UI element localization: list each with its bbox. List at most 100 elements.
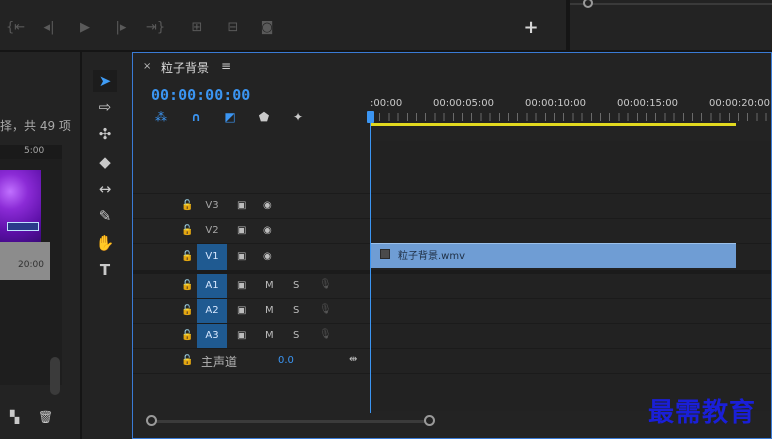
add-button-icon[interactable]: +: [522, 19, 540, 37]
track-lane[interactable]: [370, 194, 771, 218]
lock-icon[interactable]: 🔓: [181, 225, 193, 236]
track-lane[interactable]: [370, 324, 771, 348]
microphone-icon[interactable]: 🎙: [319, 329, 332, 340]
pen-icon[interactable]: ✎: [93, 205, 117, 227]
step-back-icon[interactable]: ◂|: [40, 20, 58, 36]
play-icon[interactable]: ▶: [76, 20, 94, 36]
add-marker-icon[interactable]: ⬟: [255, 109, 273, 125]
track-label[interactable]: A3: [197, 324, 227, 348]
sync-lock-icon[interactable]: ▣: [237, 200, 246, 211]
program-transport-bar: {⇤ ◂| ▶ |▸ ⇥} ⊞ ⊟ ◙ +: [0, 0, 566, 50]
step-forward-icon[interactable]: |▸: [112, 20, 130, 36]
track-select-icon[interactable]: ⇨: [93, 96, 117, 118]
meter-slider-track[interactable]: [570, 3, 772, 5]
track-lane-spacer: [370, 141, 771, 193]
ruler-label: 00:00:15:00: [617, 98, 679, 109]
sequence-tab-title[interactable]: 粒子背景: [161, 59, 209, 76]
zoom-scrollbar-end-handle[interactable]: [424, 415, 435, 426]
lock-icon[interactable]: 🔓: [181, 251, 193, 262]
meter-slider-knob[interactable]: [583, 0, 593, 8]
eye-icon[interactable]: ◉: [263, 225, 272, 236]
track-lane[interactable]: [370, 219, 771, 243]
clip-thumbnail-image[interactable]: [0, 170, 41, 242]
time-ruler[interactable]: [370, 113, 772, 121]
mute-button[interactable]: M: [265, 305, 274, 316]
track-lane[interactable]: [370, 299, 771, 323]
insert-icon[interactable]: ⊞: [188, 20, 206, 36]
hand-icon[interactable]: ✋: [93, 232, 117, 254]
playhead-handle[interactable]: [367, 111, 374, 123]
playhead-line[interactable]: [370, 113, 371, 413]
slip-icon[interactable]: ↔: [93, 178, 117, 200]
watermark-text: 最需教育: [648, 398, 757, 428]
sync-lock-icon[interactable]: ▣: [237, 305, 246, 316]
go-to-out-icon[interactable]: ⇥}: [146, 20, 165, 36]
eye-icon[interactable]: ◉: [263, 251, 272, 262]
sync-lock-icon[interactable]: ▣: [237, 251, 246, 262]
track-header: 🔓 主声道 0.0 ⇹: [133, 349, 370, 373]
camera-icon[interactable]: ◙: [258, 20, 276, 36]
playhead-timecode[interactable]: 00:00:00:00: [151, 86, 250, 104]
sync-lock-icon[interactable]: ▣: [237, 330, 246, 341]
track-lane[interactable]: [370, 349, 771, 373]
thumbnail-header-time: 5:00: [24, 146, 45, 156]
track-header-spacer: [133, 141, 370, 193]
snap-magnet-icon[interactable]: ∩: [187, 109, 205, 125]
track-header: 🔓 V1 ▣ ◉: [133, 244, 370, 270]
mark-in-icon[interactable]: {⇤: [6, 20, 25, 36]
project-scrollbar[interactable]: [50, 357, 60, 395]
overwrite-icon[interactable]: ⊟: [224, 20, 242, 36]
new-bin-icon[interactable]: ▚: [10, 410, 19, 424]
video-clip[interactable]: 粒子背景.wmv: [370, 243, 736, 268]
lock-icon[interactable]: 🔓: [181, 200, 193, 211]
track-row-master: 🔓 主声道 0.0 ⇹: [133, 348, 771, 373]
timeline-zoom-scrollbar[interactable]: [151, 420, 431, 423]
lock-icon[interactable]: 🔓: [181, 280, 193, 291]
track-label[interactable]: V2: [197, 219, 227, 243]
trash-icon[interactable]: 🗑: [38, 410, 53, 424]
panel-menu-icon[interactable]: ≡: [221, 59, 231, 73]
lock-icon[interactable]: 🔓: [181, 305, 193, 316]
solo-button[interactable]: S: [293, 305, 299, 316]
zoom-scrollbar-start-handle[interactable]: [146, 415, 157, 426]
microphone-icon[interactable]: 🎙: [319, 304, 332, 315]
track-label[interactable]: V3: [197, 194, 227, 218]
type-icon[interactable]: T: [93, 259, 117, 281]
track-header: 🔓 A3 ▣ M S 🎙: [133, 324, 370, 348]
track-row-a2: 🔓 A2 ▣ M S 🎙: [133, 298, 771, 323]
nest-sequence-icon[interactable]: ⁂: [152, 109, 170, 125]
go-to-end-icon[interactable]: ⇹: [349, 354, 357, 365]
timeline-panel: × 粒子背景 ≡ 00:00:00:00 ⁂ ∩ ◩ ⬟ ✦ :00:00 00…: [132, 52, 772, 439]
razor-icon[interactable]: ◆: [93, 151, 117, 173]
track-header: 🔓 A1 ▣ M S 🎙: [133, 274, 370, 298]
track-row-a1: 🔓 A1 ▣ M S 🎙: [133, 273, 771, 298]
eye-icon[interactable]: ◉: [263, 200, 272, 211]
track-label[interactable]: A2: [197, 299, 227, 323]
sync-lock-icon[interactable]: ▣: [237, 225, 246, 236]
linked-selection-icon[interactable]: ◩: [221, 109, 239, 125]
ripple-edit-icon[interactable]: ✣: [93, 123, 117, 145]
ruler-label: 00:00:05:00: [433, 98, 495, 109]
close-tab-icon[interactable]: ×: [143, 61, 151, 72]
mute-button[interactable]: M: [265, 330, 274, 341]
track-area-spacer: [133, 141, 771, 193]
track-lane[interactable]: [370, 274, 771, 298]
lock-icon[interactable]: 🔓: [181, 355, 193, 366]
selection-tool-icon[interactable]: ➤: [93, 70, 117, 92]
settings-wrench-icon[interactable]: ✦: [289, 109, 307, 125]
tools-panel: ➤ ⇨ ✣ ◆ ↔ ✎ ✋ T: [82, 52, 130, 439]
work-area-bar[interactable]: [370, 123, 736, 126]
solo-button[interactable]: S: [293, 330, 299, 341]
track-header: 🔓 V3 ▣ ◉: [133, 194, 370, 218]
ruler-label: :00:00: [370, 98, 403, 109]
microphone-icon[interactable]: 🎙: [319, 279, 332, 290]
track-header-spacer: [133, 374, 370, 411]
lock-icon[interactable]: 🔓: [181, 330, 193, 341]
solo-button[interactable]: S: [293, 280, 299, 291]
clip-fx-icon: [380, 249, 390, 259]
sync-lock-icon[interactable]: ▣: [237, 280, 246, 291]
master-volume-value[interactable]: 0.0: [278, 355, 294, 366]
mute-button[interactable]: M: [265, 280, 274, 291]
track-label[interactable]: A1: [197, 274, 227, 298]
track-label[interactable]: V1: [197, 244, 227, 270]
